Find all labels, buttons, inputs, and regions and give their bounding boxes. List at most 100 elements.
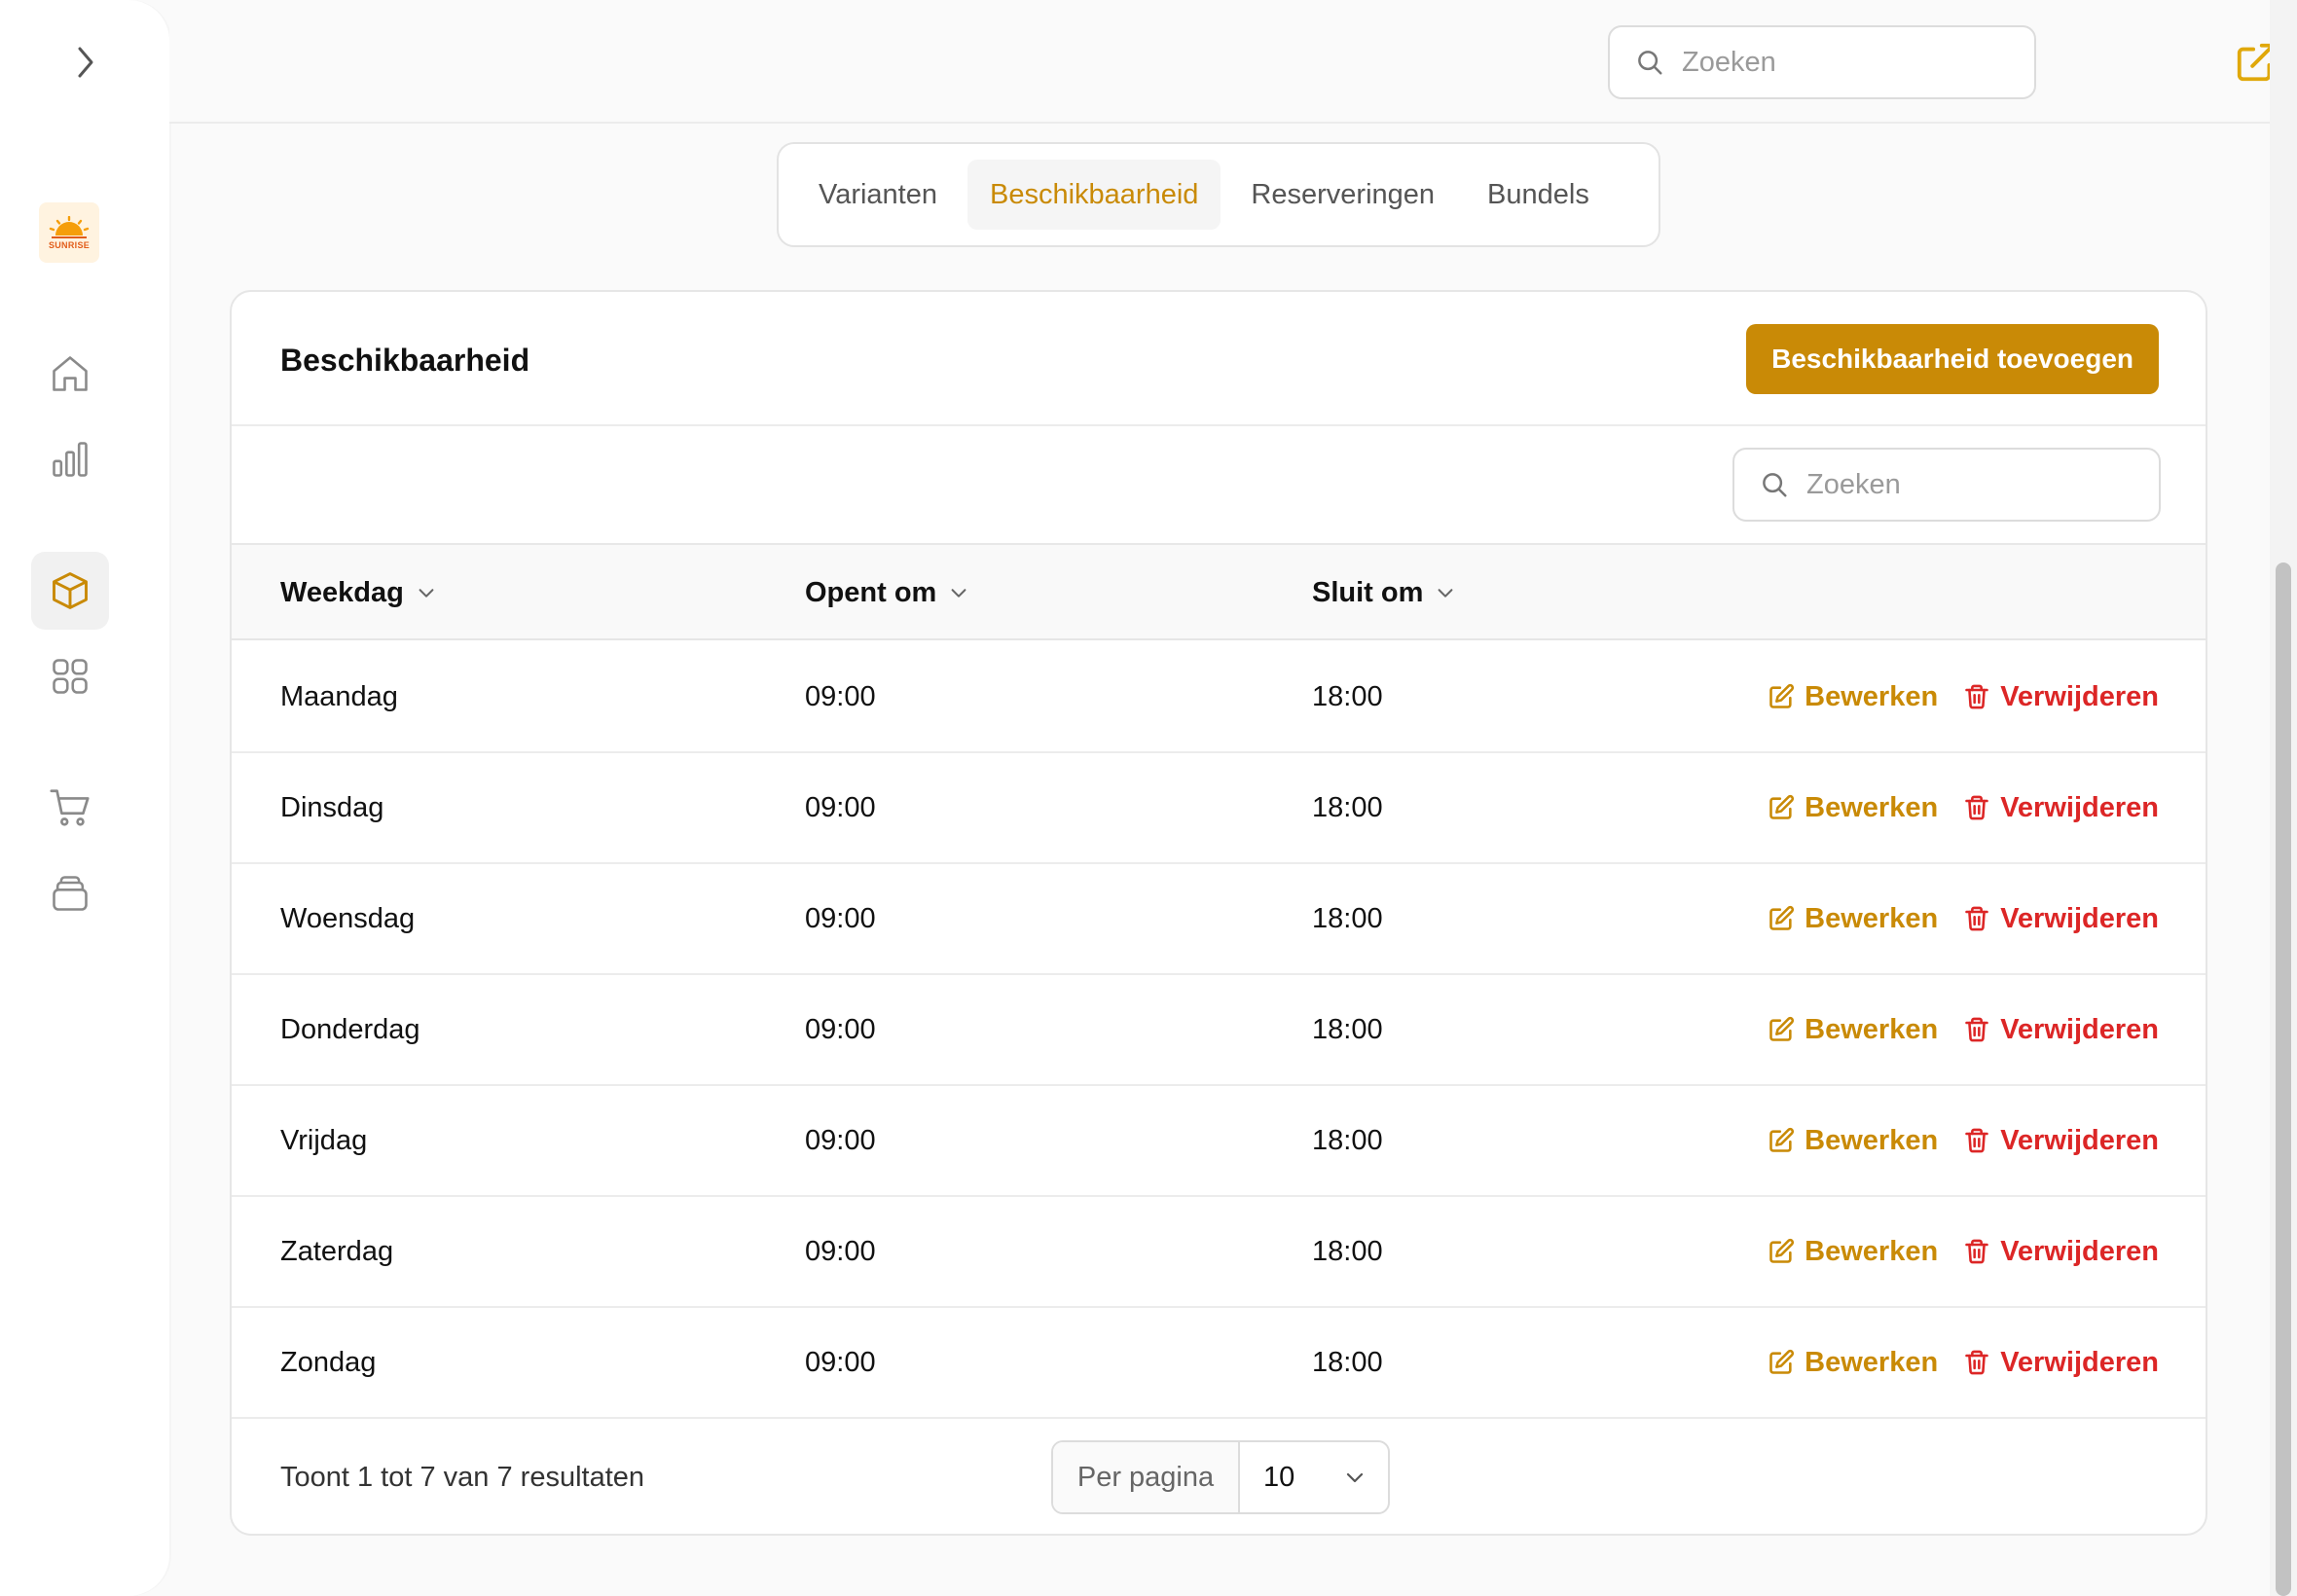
table-search-input[interactable] bbox=[1806, 468, 2159, 501]
table-row: Vrijdag 09:00 18:00 Bewerken Verwijderen bbox=[232, 1086, 2206, 1197]
edit-button[interactable]: Bewerken bbox=[1768, 1236, 1938, 1268]
edit-button[interactable]: Bewerken bbox=[1768, 1347, 1938, 1379]
brand-logo[interactable]: SUNRISE bbox=[39, 202, 99, 263]
row-actions: Bewerken Verwijderen bbox=[1768, 1197, 2159, 1306]
trash-icon bbox=[1965, 684, 1988, 709]
edit-button[interactable]: Bewerken bbox=[1768, 903, 1938, 935]
edit-icon bbox=[1769, 1016, 1795, 1041]
edit-label: Bewerken bbox=[1805, 1235, 1939, 1267]
row-actions: Bewerken Verwijderen bbox=[1768, 1308, 2159, 1417]
edit-button[interactable]: Bewerken bbox=[1768, 681, 1938, 713]
row-actions: Bewerken Verwijderen bbox=[1768, 975, 2159, 1084]
cell-opent-om: 09:00 bbox=[805, 1235, 876, 1267]
delete-label: Verwijderen bbox=[2000, 1013, 2159, 1045]
availability-card: Beschikbaarheid Beschikbaarheid toevoege… bbox=[230, 290, 2207, 1536]
results-summary: Toont 1 tot 7 van 7 resultaten bbox=[280, 1461, 645, 1493]
add-availability-button[interactable]: Beschikbaarheid toevoegen bbox=[1746, 324, 2159, 394]
table-header: Weekdag Opent om Sluit om bbox=[232, 545, 2206, 640]
delete-button[interactable]: Verwijderen bbox=[1963, 792, 2159, 824]
per-page-control: Per pagina 10 bbox=[1051, 1440, 1390, 1514]
chevron-down-icon bbox=[1346, 1472, 1364, 1483]
cart-icon bbox=[50, 789, 90, 826]
column-header-label: Weekdag bbox=[280, 576, 404, 608]
column-header-opent-om[interactable]: Opent om bbox=[805, 545, 969, 640]
edit-icon bbox=[1769, 1349, 1795, 1374]
stack-icon bbox=[53, 876, 88, 911]
column-header-sluit-om[interactable]: Sluit om bbox=[1312, 545, 1456, 640]
cell-opent-om: 09:00 bbox=[805, 1346, 876, 1378]
sidebar-item-analytics[interactable] bbox=[31, 420, 109, 498]
cell-sluit-om: 18:00 bbox=[1312, 1235, 1383, 1267]
delete-button[interactable]: Verwijderen bbox=[1963, 1236, 2159, 1268]
delete-button[interactable]: Verwijderen bbox=[1963, 1014, 2159, 1046]
per-page-select[interactable]: 10 bbox=[1240, 1442, 1388, 1512]
cell-weekdag: Dinsdag bbox=[280, 791, 384, 823]
trash-icon bbox=[1965, 906, 1988, 931]
tab-beschikbaarheid[interactable]: Beschikbaarheid bbox=[967, 160, 1221, 230]
sidebar-item-inventory[interactable] bbox=[31, 854, 109, 932]
cell-weekdag: Woensdag bbox=[280, 902, 416, 934]
row-actions: Bewerken Verwijderen bbox=[1768, 1086, 2159, 1195]
edit-button[interactable]: Bewerken bbox=[1768, 792, 1938, 824]
global-search[interactable] bbox=[1608, 25, 2036, 99]
global-search-input[interactable] bbox=[1682, 46, 2034, 79]
sidebar-item-home[interactable] bbox=[31, 335, 109, 413]
tab-reserveringen[interactable]: Reserveringen bbox=[1228, 160, 1457, 230]
grid-icon bbox=[53, 659, 88, 694]
edit-icon bbox=[1769, 1127, 1795, 1152]
table-row: Maandag 09:00 18:00 Bewerken Verwijderen bbox=[232, 642, 2206, 753]
edit-label: Bewerken bbox=[1805, 1346, 1939, 1378]
sunrise-logo-icon bbox=[49, 215, 90, 238]
chevron-right-icon bbox=[78, 47, 93, 78]
edit-label: Bewerken bbox=[1805, 791, 1939, 823]
sidebar-expand-button[interactable] bbox=[66, 43, 105, 82]
card-title: Beschikbaarheid bbox=[280, 343, 530, 378]
column-header-weekdag[interactable]: Weekdag bbox=[280, 545, 437, 640]
trash-icon bbox=[1965, 1017, 1988, 1042]
tab-bundels[interactable]: Bundels bbox=[1465, 160, 1612, 230]
sidebar-item-orders[interactable] bbox=[31, 769, 109, 847]
topbar: LP bbox=[169, 0, 2276, 124]
edit-label: Bewerken bbox=[1805, 1124, 1939, 1156]
delete-button[interactable]: Verwijderen bbox=[1963, 1125, 2159, 1157]
page-scrollbar-thumb[interactable] bbox=[2276, 562, 2291, 1596]
sidebar-item-products[interactable] bbox=[31, 552, 109, 630]
brand-logo-text: SUNRISE bbox=[48, 239, 91, 250]
sidebar-item-categories[interactable] bbox=[31, 637, 109, 715]
delete-label: Verwijderen bbox=[2000, 902, 2159, 934]
card-header: Beschikbaarheid Beschikbaarheid toevoege… bbox=[232, 292, 2206, 426]
cell-sluit-om: 18:00 bbox=[1312, 902, 1383, 934]
per-page-label: Per pagina bbox=[1053, 1442, 1240, 1512]
delete-button[interactable]: Verwijderen bbox=[1963, 903, 2159, 935]
trash-icon bbox=[1965, 1128, 1988, 1153]
delete-button[interactable]: Verwijderen bbox=[1963, 681, 2159, 713]
edit-button[interactable]: Bewerken bbox=[1768, 1014, 1938, 1046]
cell-opent-om: 09:00 bbox=[805, 1013, 876, 1045]
search-icon bbox=[1638, 51, 1662, 75]
row-actions: Bewerken Verwijderen bbox=[1768, 864, 2159, 973]
cell-weekdag: Donderdag bbox=[280, 1013, 420, 1045]
row-actions: Bewerken Verwijderen bbox=[1768, 642, 2159, 751]
cell-sluit-om: 18:00 bbox=[1312, 791, 1383, 823]
cell-sluit-om: 18:00 bbox=[1312, 1124, 1383, 1156]
edit-icon bbox=[1769, 683, 1795, 708]
delete-label: Verwijderen bbox=[2000, 680, 2159, 712]
product-tabs: Varianten Beschikbaarheid Reserveringen … bbox=[777, 142, 1660, 247]
per-page-value: 10 bbox=[1263, 1461, 1295, 1493]
cell-weekdag: Zondag bbox=[280, 1346, 377, 1378]
edit-icon bbox=[1769, 794, 1795, 819]
table-row: Dinsdag 09:00 18:00 Bewerken Verwijderen bbox=[232, 753, 2206, 864]
edit-button[interactable]: Bewerken bbox=[1768, 1125, 1938, 1157]
edit-label: Bewerken bbox=[1805, 680, 1939, 712]
table-row: Donderdag 09:00 18:00 Bewerken Verwijderen bbox=[232, 975, 2206, 1086]
box-icon bbox=[53, 572, 88, 609]
cell-weekdag: Zaterdag bbox=[280, 1235, 394, 1267]
table-search[interactable] bbox=[1732, 448, 2161, 522]
bar-chart-icon bbox=[53, 442, 88, 477]
trash-icon bbox=[1965, 1350, 1988, 1375]
tab-varianten[interactable]: Varianten bbox=[796, 160, 960, 230]
cell-sluit-om: 18:00 bbox=[1312, 680, 1383, 712]
cell-opent-om: 09:00 bbox=[805, 902, 876, 934]
delete-button[interactable]: Verwijderen bbox=[1963, 1347, 2159, 1379]
chevron-down-icon bbox=[951, 589, 966, 598]
